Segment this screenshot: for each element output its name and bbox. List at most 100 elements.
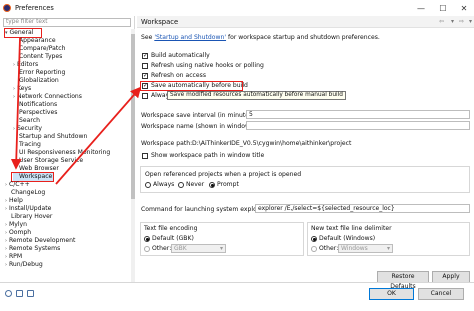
close-button[interactable]: ✕: [455, 0, 473, 16]
chevron-right-icon[interactable]: ›: [13, 86, 15, 92]
export-icon[interactable]: [27, 290, 34, 297]
line-delimiter-label: New text file line delimiter: [311, 225, 392, 232]
tree-item-keys[interactable]: › Keys: [13, 85, 31, 93]
filter-input[interactable]: type filter text: [3, 18, 131, 27]
delimiter-other-label: Other:: [319, 245, 339, 252]
radio-always-label: Always: [153, 181, 175, 188]
chevron-right-icon[interactable]: ›: [5, 206, 7, 212]
tree-item-label: Remote Systems: [8, 245, 61, 252]
tree-item-error-reporting[interactable]: Error Reporting: [19, 69, 65, 77]
ok-button[interactable]: OK: [369, 288, 414, 300]
radio-prompt[interactable]: [209, 182, 215, 188]
tree-item-label: RPM: [8, 253, 23, 260]
build-automatically-checkbox[interactable]: [142, 52, 148, 59]
save-interval-input[interactable]: 5: [246, 110, 470, 119]
menu-arrow-icon[interactable]: ▾: [466, 18, 474, 26]
refresh-on-access-checkbox[interactable]: [142, 72, 148, 79]
tree-item-appearance[interactable]: Appearance: [19, 37, 56, 45]
maximize-button[interactable]: ☐: [434, 0, 452, 16]
encoding-default-radio[interactable]: [144, 236, 150, 242]
tree-item-label: Help: [8, 197, 23, 204]
radio-always[interactable]: [145, 182, 151, 188]
dialog-footer: OK Cancel: [0, 282, 474, 311]
tree-item-changelog[interactable]: ChangeLog: [11, 189, 45, 197]
chevron-right-icon[interactable]: ›: [5, 238, 7, 244]
delimiter-other-radio[interactable]: [311, 246, 317, 252]
tree-item-oomph[interactable]: › Oomph: [5, 229, 31, 237]
tree-item-help[interactable]: › Help: [5, 197, 23, 205]
tree-item-install-update[interactable]: › Install/Update: [5, 205, 51, 213]
delimiter-default-radio[interactable]: [311, 236, 317, 242]
tree-item-security[interactable]: › Security: [13, 125, 42, 133]
cancel-button[interactable]: Cancel: [418, 288, 464, 300]
tooltip: Save modified resources automatically be…: [167, 91, 346, 100]
tree-item-run-debug[interactable]: › Run/Debug: [5, 261, 43, 269]
tree-item-content-types[interactable]: Content Types: [19, 53, 62, 61]
tree-item-label: Editors: [16, 61, 39, 68]
title-bar: Preferences — ☐ ✕: [0, 0, 474, 16]
chevron-right-icon[interactable]: ›: [13, 126, 15, 132]
delimiter-other-select[interactable]: Windows ▾: [338, 244, 393, 253]
workspace-name-input[interactable]: [246, 121, 470, 130]
tree-item-library-hover[interactable]: Library Hover: [11, 213, 52, 221]
explorer-command-input[interactable]: explorer /E,/select=${selected_resource_…: [255, 204, 470, 213]
page-header: Workspace ⇦ ▾ ⇨ ▾: [137, 16, 474, 28]
show-path-label: Show workspace path in window title: [151, 152, 265, 159]
tree-item-search[interactable]: Search: [19, 117, 40, 125]
tree-item-rpm[interactable]: › RPM: [5, 253, 22, 261]
scrollbar-thumb[interactable]: [131, 34, 135, 199]
radio-never[interactable]: [178, 182, 184, 188]
encoding-other-select[interactable]: GBK ▾: [171, 244, 226, 253]
tree-item-globalization[interactable]: Globalization: [19, 77, 59, 85]
tree-item-cpp[interactable]: › C/C++: [5, 181, 30, 189]
always-checkbox[interactable]: [142, 93, 148, 99]
tree-item-network-connections[interactable]: › Network Connections: [13, 93, 82, 101]
see-startup-text: See 'Startup and Shutdown' for workspace…: [141, 34, 380, 41]
tree-item-compare-patch[interactable]: Compare/Patch: [19, 45, 65, 53]
chevron-right-icon[interactable]: ›: [5, 182, 7, 188]
refresh-native-label: Refresh using native hooks or polling: [151, 62, 264, 69]
chevron-down-icon: ▾: [386, 245, 390, 252]
startup-shutdown-link[interactable]: 'Startup and Shutdown': [154, 34, 226, 41]
chevron-down-icon: ▾: [219, 245, 223, 252]
tree-item-perspectives[interactable]: Perspectives: [19, 109, 57, 117]
tree-item-label: Keys: [16, 85, 32, 92]
encoding-other-radio[interactable]: [144, 246, 150, 252]
tree-item-editors[interactable]: › Editors: [13, 61, 38, 69]
tree-item-remote-systems[interactable]: › Remote Systems: [5, 245, 60, 253]
window-title: Preferences: [15, 4, 54, 12]
preference-tree-panel: type filter text ▾ General Appearance Co…: [0, 16, 135, 282]
chevron-right-icon[interactable]: ›: [13, 62, 15, 68]
tree-item-startup-shutdown[interactable]: Startup and Shutdown: [19, 133, 87, 141]
forward-arrow-icon[interactable]: ⇨: [457, 18, 466, 26]
tree-item-notifications[interactable]: Notifications: [19, 101, 57, 109]
chevron-right-icon[interactable]: ›: [5, 254, 7, 260]
workspace-path-value: D:\AiThinkerIDE_V0.5\cygwin\home\aithink…: [192, 140, 352, 147]
tree-item-label: Oomph: [8, 229, 32, 236]
refresh-native-checkbox[interactable]: [142, 63, 148, 69]
tree-item-tracing[interactable]: Tracing: [19, 141, 41, 149]
dropdown-arrow-icon[interactable]: ▾: [448, 18, 457, 26]
tree-item-label: Network Connections: [16, 93, 82, 100]
tree-item-mylyn[interactable]: › Mylyn: [5, 221, 27, 229]
tree-item-label: Remote Development: [8, 237, 76, 244]
show-path-checkbox[interactable]: [142, 153, 148, 159]
help-icon[interactable]: [5, 290, 12, 297]
see-prefix: See: [141, 34, 155, 41]
chevron-right-icon[interactable]: ›: [5, 262, 7, 268]
chevron-right-icon[interactable]: ›: [5, 246, 7, 252]
encoding-other-label: Other:: [152, 245, 172, 252]
minimize-button[interactable]: —: [412, 0, 430, 16]
tree-item-ui-responsiveness[interactable]: UI Responsiveness Monitoring: [19, 149, 110, 157]
back-arrow-icon[interactable]: ⇦: [437, 18, 446, 26]
refresh-on-access-label: Refresh on access: [151, 72, 207, 79]
chevron-right-icon[interactable]: ›: [5, 230, 7, 236]
chevron-right-icon[interactable]: ›: [5, 198, 7, 204]
chevron-right-icon[interactable]: ›: [13, 94, 15, 100]
radio-prompt-label: Prompt: [217, 181, 239, 188]
chevron-right-icon[interactable]: ›: [5, 222, 7, 228]
tree-scrollbar[interactable]: [131, 29, 135, 282]
tree-item-remote-development[interactable]: › Remote Development: [5, 237, 75, 245]
tree-item-user-storage[interactable]: User Storage Service: [19, 157, 83, 165]
import-icon[interactable]: [16, 290, 23, 297]
